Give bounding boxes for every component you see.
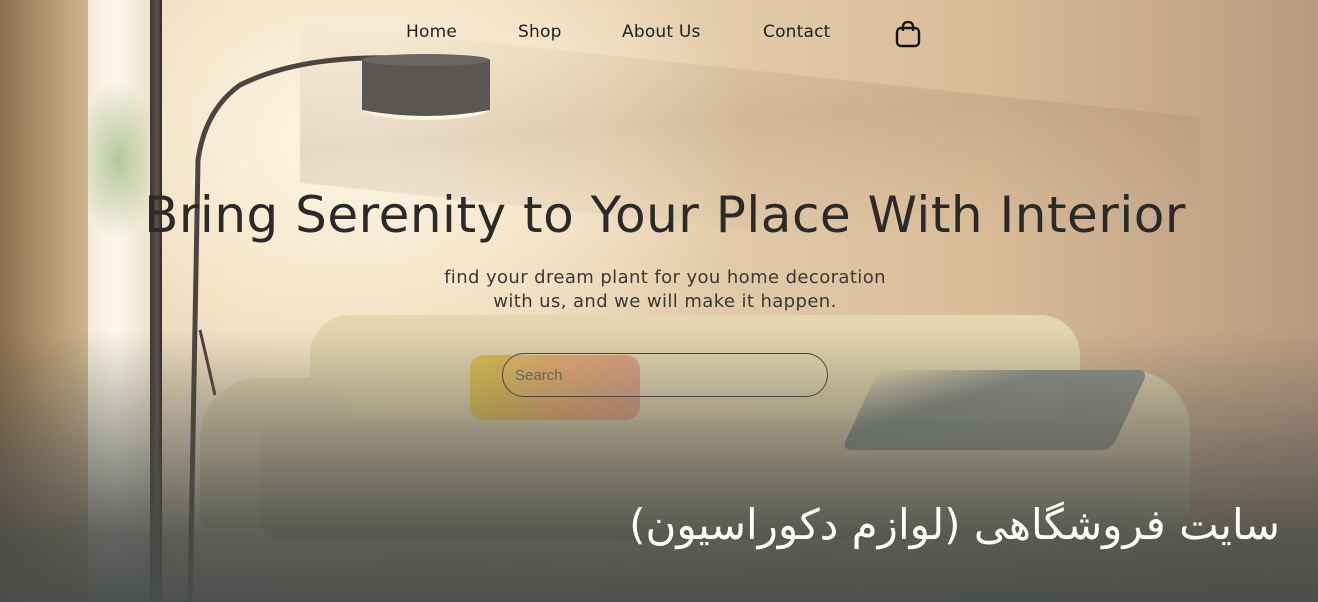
nav-about-link[interactable]: About Us xyxy=(622,22,701,42)
hero-title: Bring Serenity to Your Place With Interi… xyxy=(144,186,1186,244)
nav-contact-link[interactable]: Contact xyxy=(763,22,831,42)
hero-subtitle-line-1: find your dream plant for you home decor… xyxy=(444,267,886,288)
shopping-bag-icon[interactable] xyxy=(895,20,921,48)
hero-subtitle: find your dream plant for you home decor… xyxy=(0,266,1318,314)
persian-caption: سایت فروشگاهی (لوازم دکوراسیون) xyxy=(629,500,1280,549)
main-nav: Home Shop About Us Contact xyxy=(0,22,1318,48)
nav-home-link[interactable]: Home xyxy=(406,22,457,42)
nav-shop-link[interactable]: Shop xyxy=(518,22,562,42)
hero-subtitle-line-2: with us, and we will make it happen. xyxy=(493,291,837,312)
search-input[interactable] xyxy=(502,353,828,397)
